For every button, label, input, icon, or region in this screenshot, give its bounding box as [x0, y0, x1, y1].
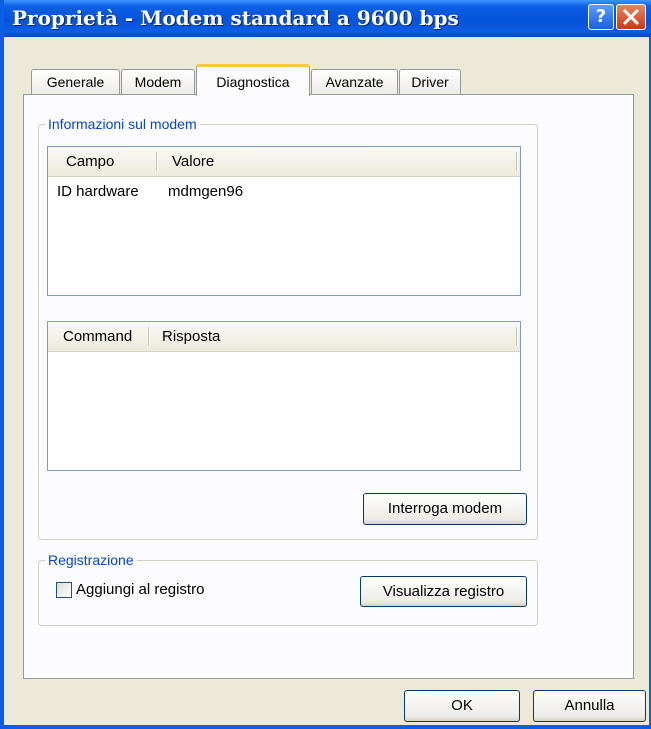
column-separator[interactable]: [156, 152, 157, 171]
append-to-log-label[interactable]: Aggiungi al registro: [76, 581, 204, 598]
column-separator[interactable]: [148, 327, 149, 346]
ok-button[interactable]: OK: [404, 690, 520, 722]
properties-dialog: Proprietà - Modem standard a 9600 bps ? …: [0, 0, 651, 729]
append-to-log-checkbox[interactable]: [56, 582, 72, 598]
tab-driver[interactable]: Driver: [399, 69, 461, 95]
view-log-button[interactable]: Visualizza registro: [360, 576, 527, 607]
tab-modem[interactable]: Modem: [121, 69, 195, 95]
window-title: Proprietà - Modem standard a 9600 bps: [12, 6, 459, 30]
query-modem-button[interactable]: Interroga modem: [363, 493, 527, 525]
column-header-command[interactable]: Command: [63, 322, 132, 351]
tab-diagnostica[interactable]: Diagnostica: [196, 64, 310, 96]
hardware-info-list[interactable]: Campo Valore ID hardware mdmgen96: [47, 146, 521, 296]
command-response-list[interactable]: Command Risposta: [47, 321, 521, 471]
modem-info-group-title: Informazioni sul modem: [45, 116, 200, 132]
hardware-info-list-header: Campo Valore: [48, 147, 520, 177]
cancel-button[interactable]: Annulla: [533, 690, 646, 722]
table-row-cell-field[interactable]: ID hardware: [57, 183, 139, 200]
tab-generale[interactable]: Generale: [31, 69, 120, 95]
close-button[interactable]: [616, 4, 646, 30]
help-button[interactable]: ?: [588, 4, 614, 30]
column-separator[interactable]: [516, 152, 517, 171]
title-bar[interactable]: Proprietà - Modem standard a 9600 bps ?: [4, 0, 651, 37]
help-icon: ?: [595, 6, 607, 27]
column-header-campo[interactable]: Campo: [66, 147, 114, 176]
command-response-list-header: Command Risposta: [48, 322, 520, 352]
column-header-valore[interactable]: Valore: [172, 147, 214, 176]
logging-group-title: Registrazione: [45, 552, 137, 568]
table-row-cell-value[interactable]: mdmgen96: [168, 183, 243, 200]
close-icon: [622, 8, 640, 26]
column-separator[interactable]: [516, 327, 517, 346]
tab-avanzate[interactable]: Avanzate: [311, 69, 398, 95]
column-header-risposta[interactable]: Risposta: [162, 322, 220, 351]
